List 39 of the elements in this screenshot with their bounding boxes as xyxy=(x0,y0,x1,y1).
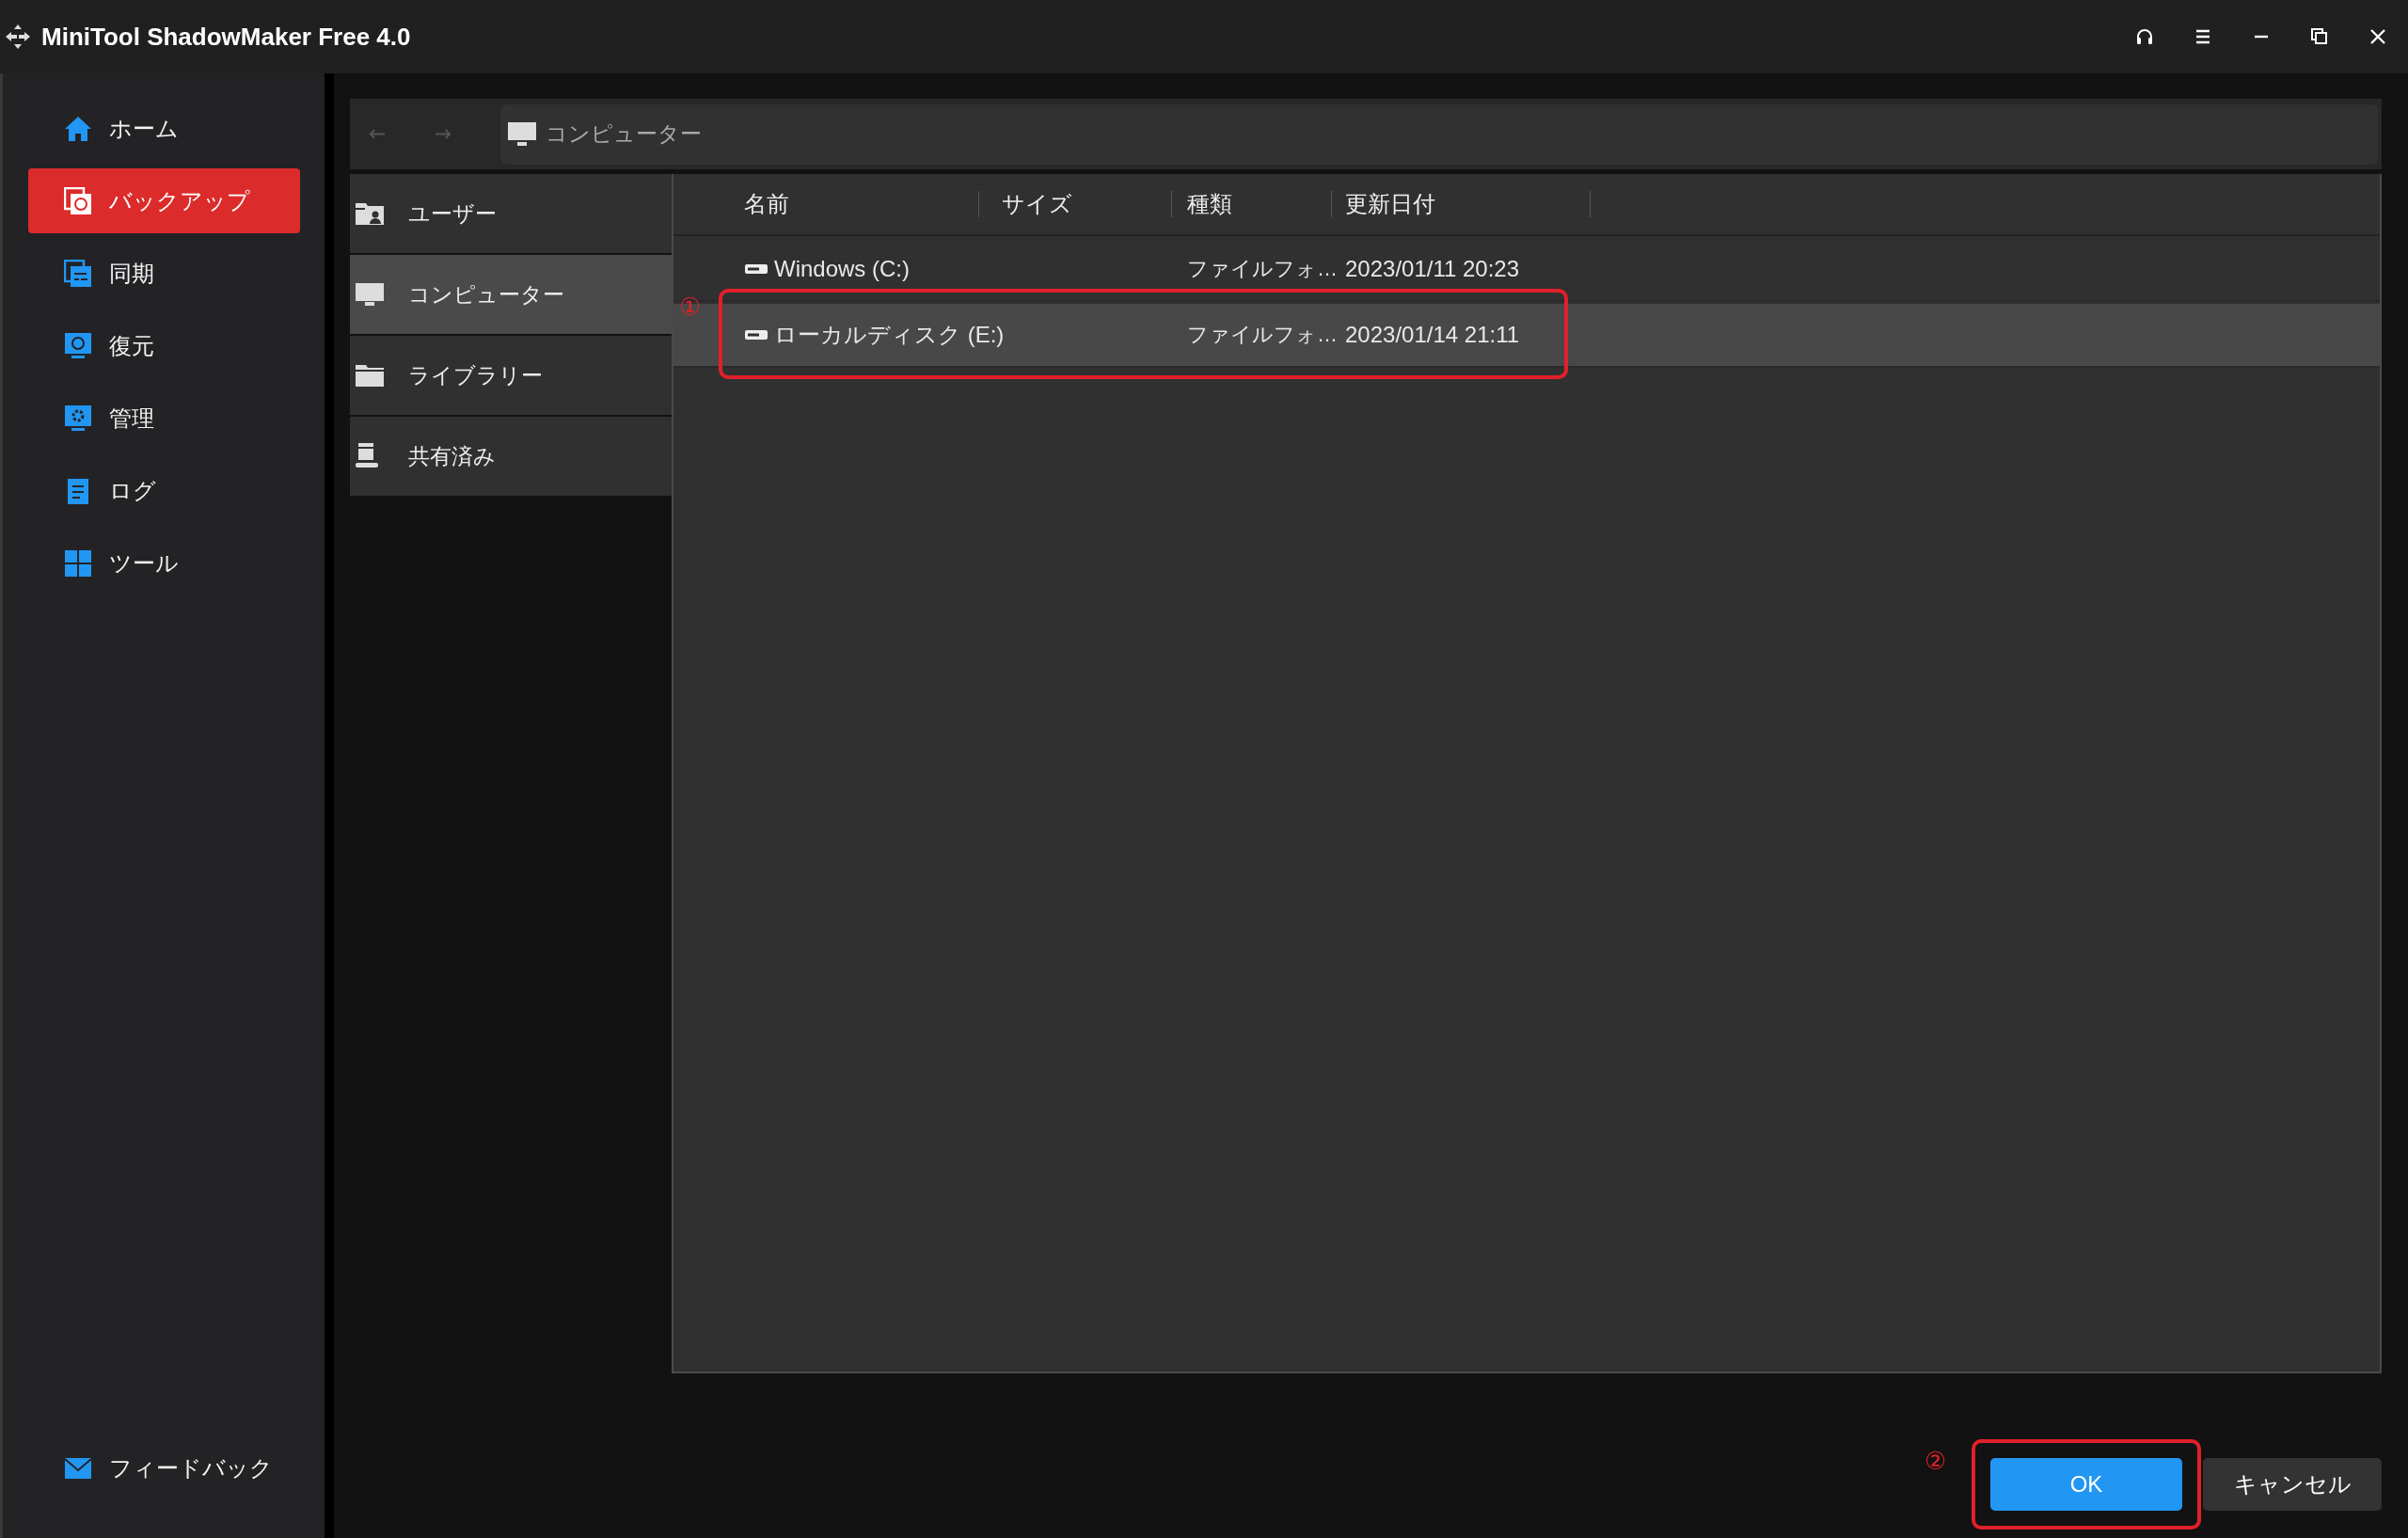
column-header[interactable]: サイズ xyxy=(979,191,1172,217)
monitor-icon xyxy=(508,121,536,147)
date-cell-text: 2023/01/11 20:23 xyxy=(1344,256,1521,282)
folder-icon xyxy=(356,362,384,388)
menu-icon[interactable] xyxy=(2194,27,2212,46)
sidebar-item[interactable]: ログ xyxy=(28,458,300,523)
address-field[interactable]: コンピューター xyxy=(500,103,2378,165)
folder-person-icon xyxy=(356,200,384,227)
column-header[interactable]: 更新日付 xyxy=(1332,191,1591,217)
feedback-link[interactable]: フィードバック xyxy=(28,1435,300,1500)
drive-icon xyxy=(744,329,768,341)
close-icon[interactable] xyxy=(2368,27,2387,46)
date-cell-text: 2023/01/14 21:11 xyxy=(1344,322,1521,348)
window-title: MiniTool ShadowMaker Free 4.0 xyxy=(41,22,411,52)
drive-name: ローカルディスク (E:) xyxy=(774,321,1005,349)
arrows-logo-icon xyxy=(4,23,32,51)
grid-icon xyxy=(64,548,92,578)
sidebar-item[interactable]: ホーム xyxy=(28,96,300,161)
house-icon xyxy=(64,114,92,143)
sidebar-item[interactable]: 復元 xyxy=(28,313,300,378)
location-item[interactable]: ユーザー xyxy=(350,174,672,253)
column-header[interactable]: 名前 xyxy=(673,191,979,217)
sidebar-item[interactable]: バックアップ xyxy=(28,168,300,233)
monitor-gear-icon xyxy=(64,404,92,433)
drive-name: Windows (C:) xyxy=(774,256,910,282)
restore-icon[interactable] xyxy=(2310,27,2329,46)
headset-icon[interactable] xyxy=(2135,27,2154,46)
cancel-button[interactable]: キャンセル xyxy=(2203,1458,2382,1511)
annotation-number: ② xyxy=(1925,1447,1947,1476)
monitor-icon xyxy=(356,281,384,308)
sidebar-item[interactable]: 同期 xyxy=(28,241,300,306)
location-item[interactable]: 共有済み xyxy=(350,417,672,496)
column-header[interactable]: 種類 xyxy=(1172,191,1332,217)
sync-document-icon xyxy=(64,186,92,215)
drive-icon xyxy=(744,263,768,275)
sidebar-item[interactable]: ツール xyxy=(28,531,300,595)
location-item[interactable]: コンピューター xyxy=(350,255,672,334)
location-item[interactable]: ライブラリー xyxy=(350,336,672,415)
sidebar-item[interactable]: 管理 xyxy=(28,386,300,451)
